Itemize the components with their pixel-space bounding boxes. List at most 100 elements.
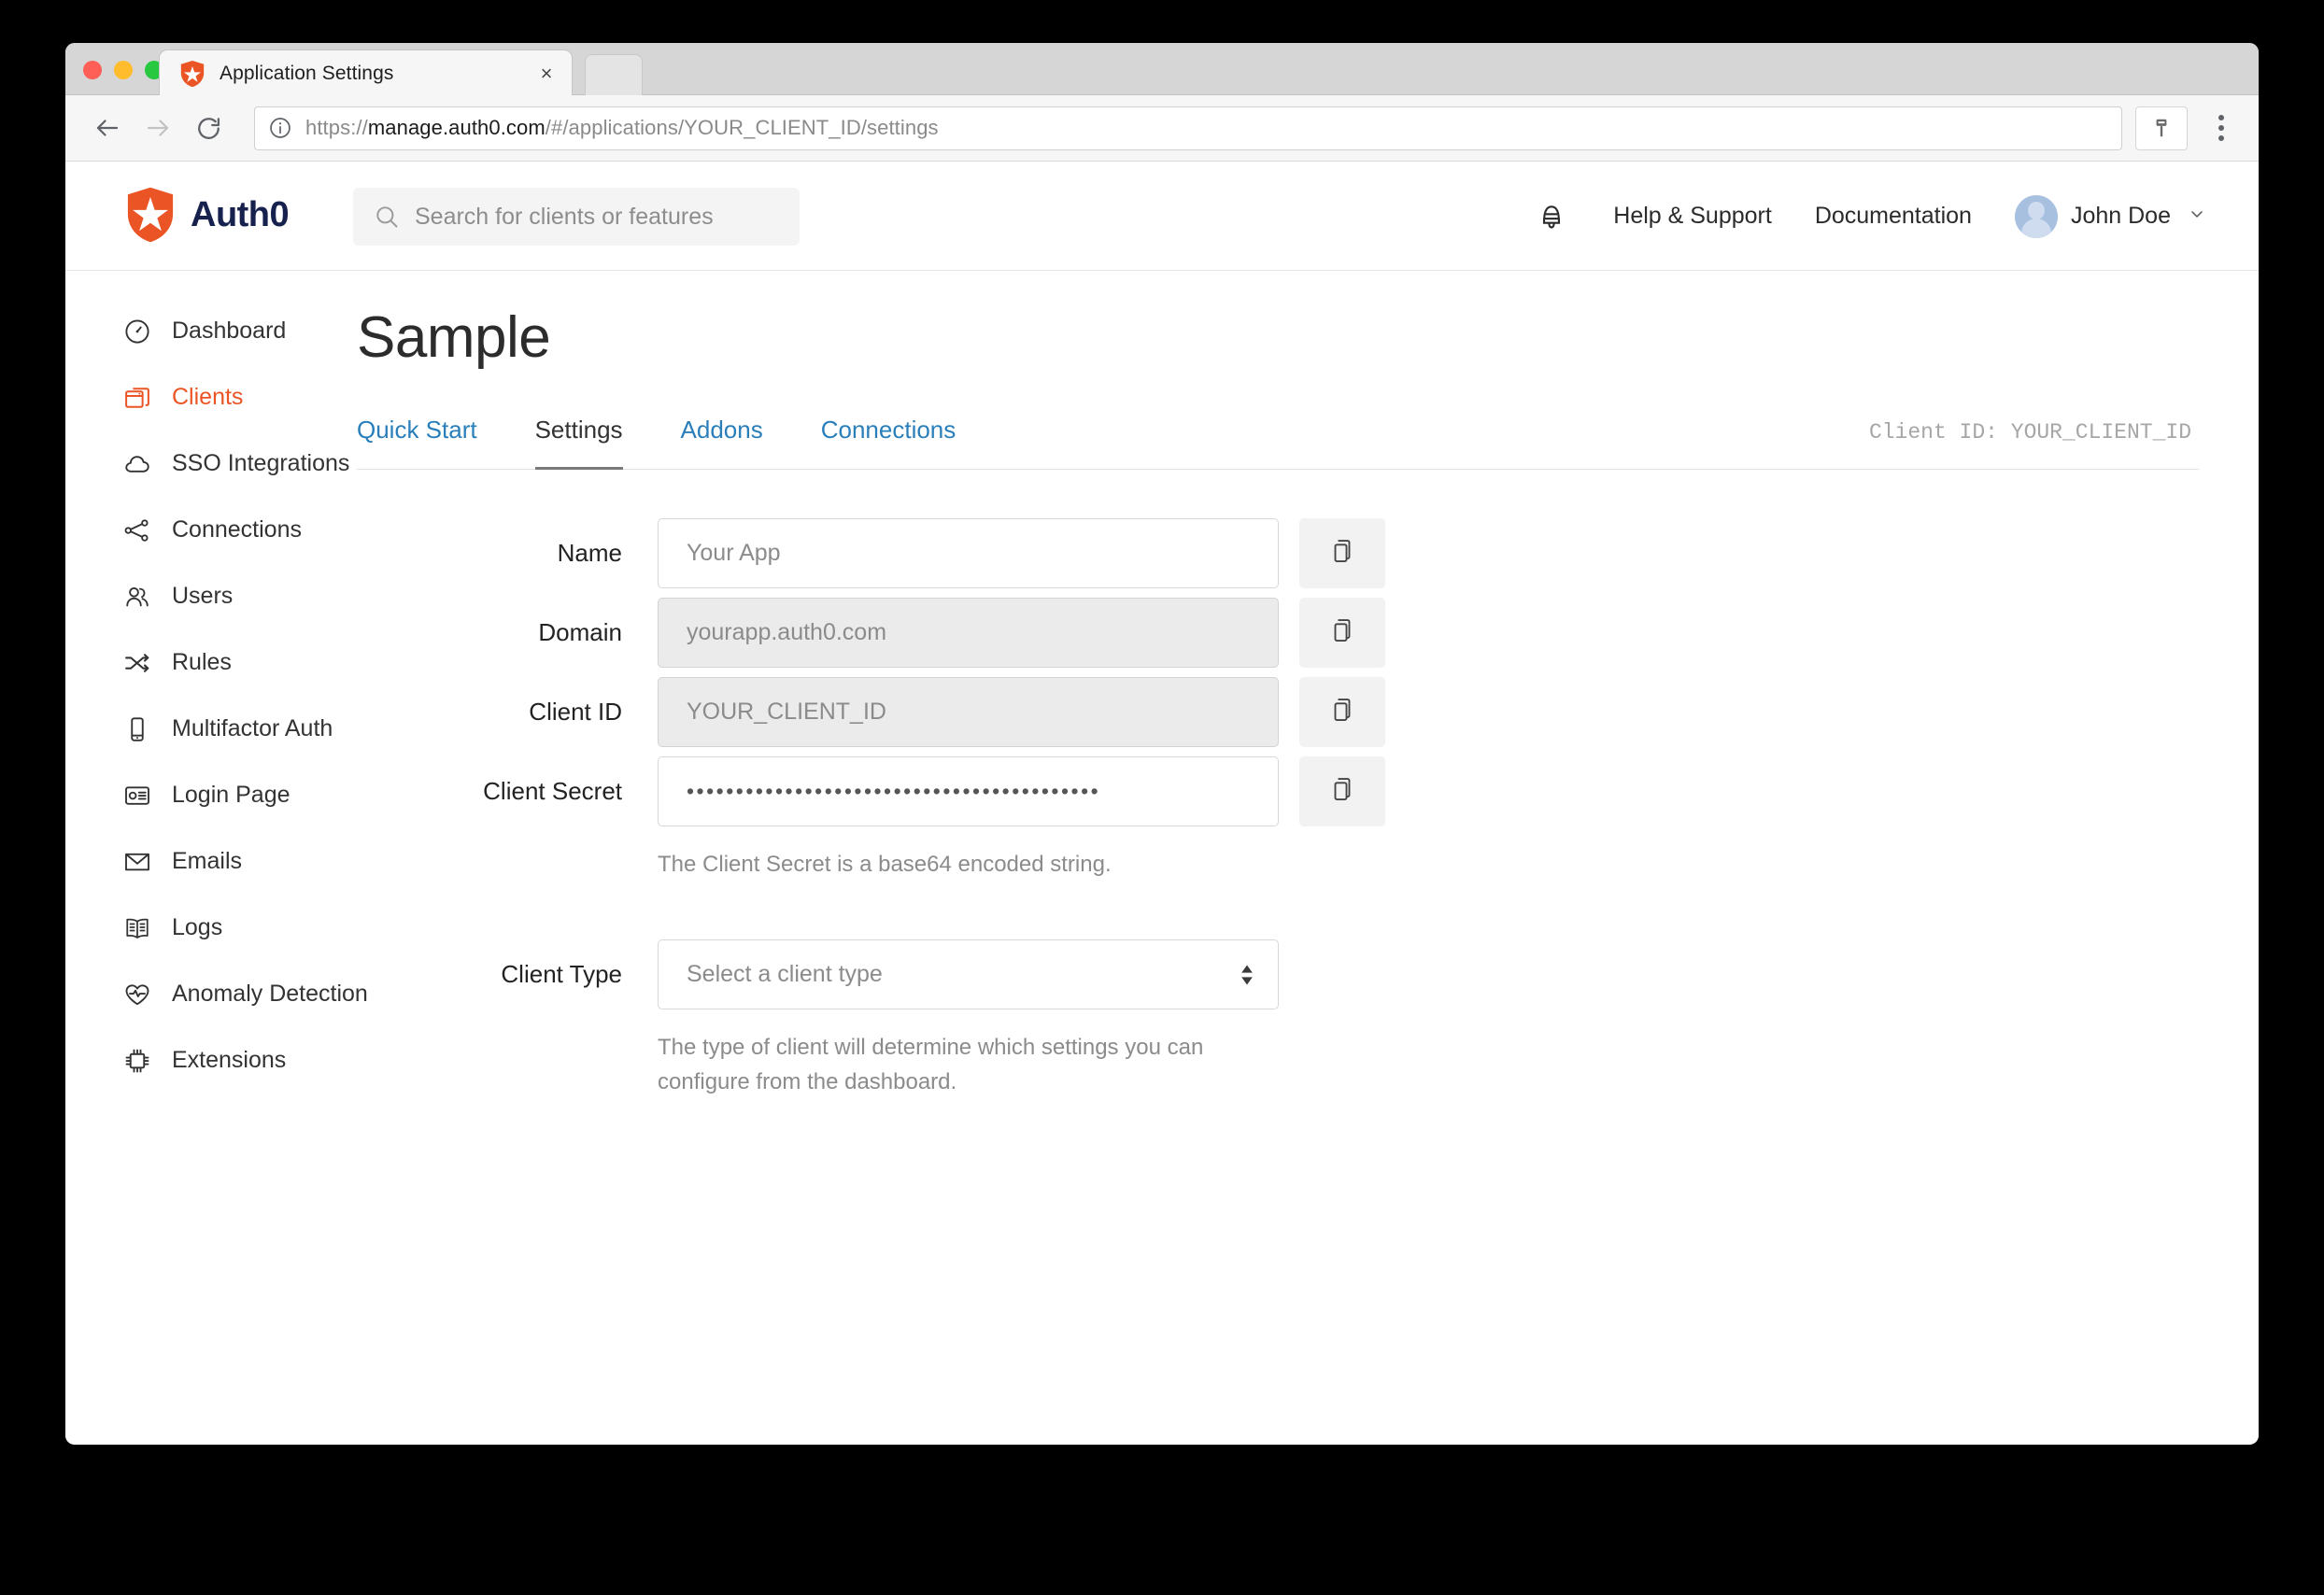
- copy-icon: [1328, 537, 1356, 570]
- minimize-window-button[interactable]: [114, 61, 133, 79]
- new-tab-button[interactable]: [585, 54, 643, 95]
- app-header: Auth0 Search for clients or features Hel…: [65, 162, 2259, 271]
- content-tabs: Quick Start Settings Addons Connections …: [357, 416, 2199, 470]
- copy-name-button[interactable]: [1299, 518, 1385, 588]
- copy-icon: [1328, 616, 1356, 649]
- info-icon[interactable]: [268, 116, 292, 140]
- id-card-icon: [123, 782, 151, 810]
- copy-client-secret-button[interactable]: [1299, 756, 1385, 826]
- sidebar-item-label: Rules: [172, 649, 232, 675]
- sidebar-item-label: Login Page: [172, 782, 290, 808]
- browser-tab[interactable]: Application Settings ×: [159, 49, 573, 96]
- sidebar-item-multifactor-auth[interactable]: Multifactor Auth: [123, 708, 357, 750]
- client-type-select[interactable]: Select a client type: [658, 939, 1279, 1010]
- domain-label: Domain: [538, 618, 622, 646]
- sidebar-item-login-page[interactable]: Login Page: [123, 774, 357, 816]
- client-secret-field[interactable]: ••••••••••••••••••••••••••••••••••••••••…: [658, 756, 1279, 826]
- sidebar: Dashboard Clients SSO Integrations Conne…: [65, 271, 368, 1106]
- users-icon: [123, 583, 151, 611]
- sidebar-item-emails[interactable]: Emails: [123, 840, 357, 882]
- envelope-icon: [123, 848, 151, 876]
- browser-tab-title: Application Settings: [220, 62, 394, 84]
- sidebar-item-label: Logs: [172, 914, 223, 940]
- settings-form: Name Your App Domain yourapp.auth0.com C…: [357, 470, 2199, 1100]
- search-placeholder: Search for clients or features: [415, 203, 714, 230]
- sidebar-item-anomaly-detection[interactable]: Anomaly Detection: [123, 973, 368, 1015]
- form-row-client-type: Client Type Select a client type The typ…: [357, 939, 2199, 1099]
- name-field[interactable]: Your App: [658, 518, 1279, 588]
- search-icon: [374, 204, 400, 230]
- address-bar-url: https://manage.auth0.com/#/applications/…: [305, 116, 939, 139]
- user-menu[interactable]: John Doe: [2014, 194, 2206, 238]
- chip-icon: [123, 1047, 151, 1075]
- reload-icon[interactable]: [187, 106, 230, 149]
- sidebar-item-label: Anomaly Detection: [172, 981, 368, 1007]
- back-icon[interactable]: [86, 106, 129, 149]
- documentation-link[interactable]: Documentation: [1815, 203, 1972, 230]
- bell-icon[interactable]: [1537, 200, 1566, 233]
- client-type-label: Client Type: [501, 960, 622, 989]
- form-row-client-secret: Client Secret ••••••••••••••••••••••••••…: [357, 756, 2199, 882]
- copy-client-id-button[interactable]: [1299, 677, 1385, 747]
- form-row-domain: Domain yourapp.auth0.com: [357, 598, 2199, 668]
- client-type-selected-value: Select a client type: [687, 961, 883, 988]
- forward-icon: [136, 106, 179, 149]
- sidebar-item-rules[interactable]: Rules: [123, 642, 357, 684]
- heart-pulse-icon: [123, 981, 151, 1009]
- sidebar-item-sso-integrations[interactable]: SSO Integrations: [123, 443, 357, 485]
- client-id-note: Client ID: YOUR_CLIENT_ID: [1868, 420, 2191, 445]
- auth0-brand[interactable]: Auth0: [123, 186, 290, 244]
- sidebar-item-logs[interactable]: Logs: [123, 907, 357, 949]
- sidebar-item-label: Emails: [172, 848, 243, 874]
- main-content: Sample Quick Start Settings Addons Conne…: [357, 271, 2259, 1109]
- spinner-arrows-icon: [1240, 964, 1254, 986]
- help-and-support-link[interactable]: Help & Support: [1613, 203, 1772, 230]
- close-icon[interactable]: ×: [534, 62, 559, 86]
- cloud-icon: [123, 450, 151, 478]
- user-name: John Doe: [2070, 203, 2171, 229]
- sidebar-item-label: Users: [172, 583, 234, 609]
- client-secret-label: Client Secret: [483, 777, 622, 805]
- page-viewport: Auth0 Search for clients or features Hel…: [65, 162, 2259, 1444]
- domain-field: yourapp.auth0.com: [658, 598, 1279, 668]
- key-icon[interactable]: [2135, 106, 2188, 150]
- auth0-wordmark: Auth0: [191, 194, 290, 234]
- copy-domain-button[interactable]: [1299, 598, 1385, 668]
- browser-tabstrip: Application Settings ×: [65, 43, 2259, 96]
- sidebar-item-users[interactable]: Users: [123, 575, 357, 617]
- sidebar-item-label: Clients: [172, 384, 244, 410]
- sidebar-item-label: Extensions: [172, 1047, 287, 1073]
- copy-icon: [1328, 775, 1356, 808]
- name-label: Name: [557, 539, 622, 567]
- tab-settings[interactable]: Settings: [534, 416, 623, 470]
- tab-addons[interactable]: Addons: [681, 416, 763, 469]
- windows-stack-icon: [123, 384, 151, 412]
- kebab-menu-icon[interactable]: [2204, 106, 2238, 150]
- client-id-field: YOUR_CLIENT_ID: [658, 677, 1279, 747]
- sidebar-item-dashboard[interactable]: Dashboard: [123, 310, 357, 352]
- avatar: [2014, 194, 2058, 238]
- sidebar-item-label: Multifactor Auth: [172, 715, 333, 741]
- client-type-helper: The type of client will determine which …: [658, 1035, 1204, 1095]
- sidebar-item-clients[interactable]: Clients: [123, 376, 357, 418]
- tab-connections[interactable]: Connections: [821, 416, 957, 469]
- close-window-button[interactable]: [83, 61, 102, 79]
- open-book-icon: [123, 914, 151, 942]
- sidebar-item-extensions[interactable]: Extensions: [123, 1039, 357, 1081]
- tab-quick-start[interactable]: Quick Start: [357, 416, 477, 469]
- sidebar-item-label: SSO Integrations: [172, 450, 350, 476]
- browser-toolbar: https://manage.auth0.com/#/applications/…: [65, 95, 2259, 162]
- search-input[interactable]: Search for clients or features: [353, 188, 800, 246]
- address-bar[interactable]: https://manage.auth0.com/#/applications/…: [254, 106, 2122, 150]
- chevron-down-icon[interactable]: [2188, 205, 2206, 228]
- mobile-phone-icon: [123, 715, 151, 743]
- sidebar-item-connections[interactable]: Connections: [123, 509, 357, 551]
- page-title: Sample: [357, 305, 551, 370]
- client-id-label: Client ID: [529, 698, 622, 726]
- form-row-name: Name Your App: [357, 518, 2199, 588]
- header-right-group: Help & Support Documentation John Doe: [1537, 162, 2206, 271]
- shuffle-arrows-icon: [123, 649, 151, 677]
- share-nodes-icon: [123, 516, 151, 544]
- copy-icon: [1328, 696, 1356, 728]
- sidebar-item-label: Connections: [172, 516, 302, 543]
